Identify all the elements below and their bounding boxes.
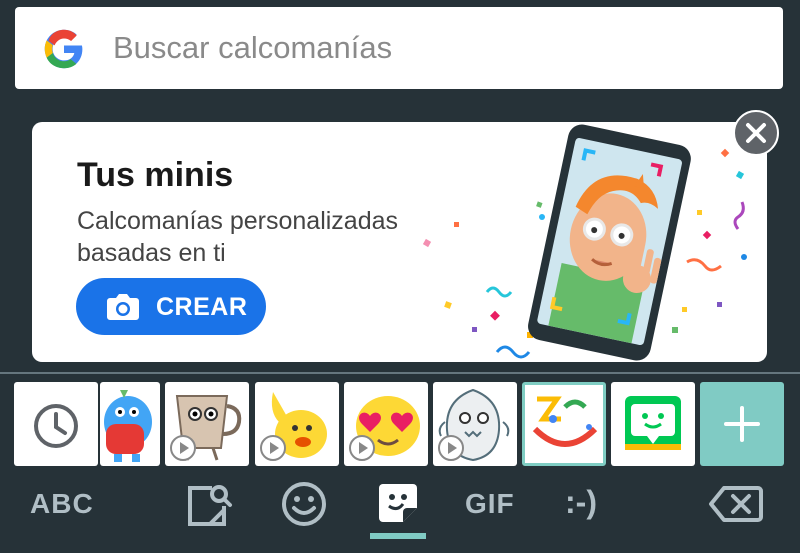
promo-title: Tus minis: [77, 156, 234, 194]
minis-promo-card: Tus minis Calcomanías personalizadas bas…: [32, 122, 767, 362]
sticker-pack-strip: [0, 382, 800, 468]
sticker-pack-blob[interactable]: [255, 382, 339, 466]
animated-play-icon: [438, 435, 464, 461]
abc-keyboard-button[interactable]: ABC: [30, 488, 94, 520]
backspace-icon[interactable]: [708, 484, 764, 524]
blue-creature-sticker: [104, 390, 152, 462]
emoticon-tab-button[interactable]: :-): [565, 484, 597, 521]
sticker-search-bar[interactable]: [15, 7, 783, 89]
minis-face-sticker: [532, 396, 598, 447]
sticker-search-icon[interactable]: [184, 480, 234, 530]
sticker-pack-blue-creature[interactable]: [100, 382, 160, 466]
create-button-label: CREAR: [156, 293, 248, 321]
minis-phone-illustration: [422, 124, 747, 361]
animated-play-icon: [349, 435, 375, 461]
recent-clock-icon: [34, 404, 78, 448]
search-input[interactable]: [113, 7, 763, 89]
camera-icon: [107, 294, 139, 320]
emoji-icon[interactable]: [280, 480, 328, 528]
sticker-pack-coffee-cup[interactable]: [165, 382, 249, 466]
sticker-tab-icon[interactable]: [375, 480, 421, 526]
active-tab-indicator: [370, 533, 426, 539]
bitmoji-sticker: [625, 396, 681, 450]
animated-play-icon: [170, 435, 196, 461]
gif-tab-button[interactable]: GIF: [465, 488, 515, 520]
recent-stickers-tab[interactable]: [14, 382, 98, 466]
sticker-pack-bitmoji[interactable]: [611, 382, 695, 466]
google-g-icon: [44, 29, 83, 69]
sticker-pack-minis[interactable]: [522, 382, 606, 466]
add-sticker-pack-button[interactable]: [700, 382, 784, 466]
close-icon: [746, 123, 766, 143]
add-icon: [724, 406, 760, 442]
create-button[interactable]: CREAR: [76, 278, 266, 335]
divider: [0, 372, 800, 374]
keyboard-bottom-bar: ABC GIF :-): [0, 470, 800, 553]
sticker-pack-heart-eyes[interactable]: [344, 382, 428, 466]
animated-play-icon: [260, 435, 286, 461]
sticker-pack-shark[interactable]: [433, 382, 517, 466]
close-promo-button[interactable]: [733, 110, 779, 156]
